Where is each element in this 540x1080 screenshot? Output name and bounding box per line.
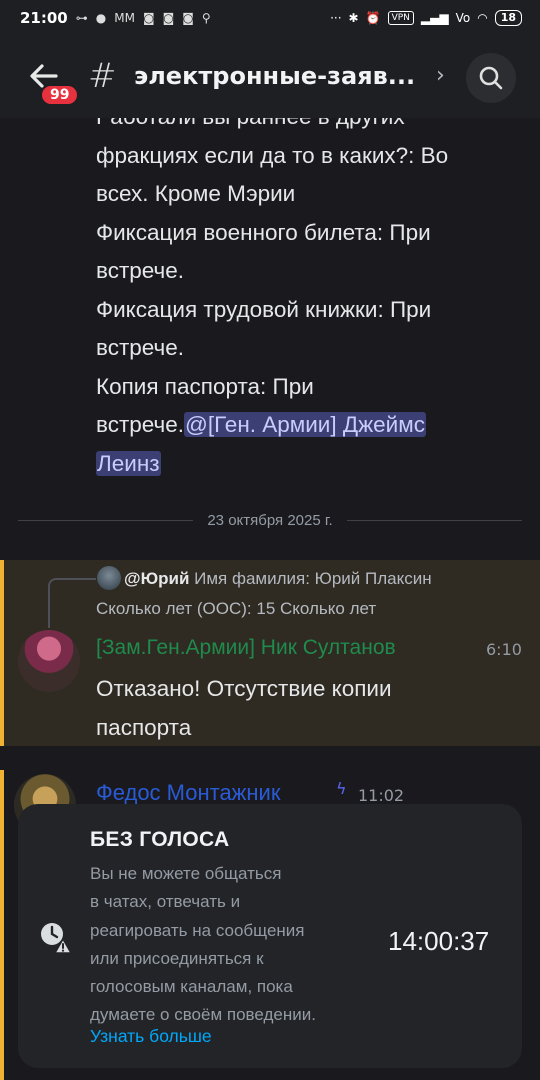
usb-icon: ⚲ <box>201 11 211 25</box>
message-line: паспорта <box>96 714 192 740</box>
reply-text-2: Сколько лет (ООС): 15 Сколько лет <box>96 599 377 618</box>
timeout-clock-icon <box>38 920 74 956</box>
timeout-description: Вы не можете общаться в чатах, отвечать … <box>90 860 370 1030</box>
message-author-2[interactable]: Федос Монтажник <box>96 780 280 806</box>
desc-line: реагировать на сообщения <box>90 920 305 940</box>
reply-text: Имя фамилия: Юрий Плаксин <box>194 569 432 588</box>
desc-line: Вы не можете общаться <box>90 864 282 883</box>
desc-line: голосовым каналам, пока <box>90 977 293 997</box>
date-label: 23 октября 2025 г. <box>207 512 333 529</box>
chat-bubble-icon: ● <box>95 11 107 25</box>
timeout-timer: 14:00:37 <box>388 926 490 956</box>
wifi-icon: ◠ <box>477 11 488 25</box>
message-text: встрече. <box>96 412 185 437</box>
timeout-title: БЕЗ ГОЛОСА <box>90 828 230 851</box>
reply-preview[interactable]: @Юрий Имя фамилия: Юрий Плаксин <box>124 564 524 594</box>
channel-name[interactable]: электронные-заяв... <box>134 62 415 90</box>
message-line: встрече. <box>96 335 185 360</box>
message-line: Отказано! Отсутствие копии <box>96 676 392 701</box>
boost-icon: ϟ <box>336 779 347 798</box>
discord-icon-3: ◙ <box>182 11 194 25</box>
message-line: Фиксация трудовой книжки: При <box>96 296 432 322</box>
message-line: Леинз <box>96 445 516 484</box>
message-body: Отказано! Отсутствие копии паспорта <box>96 670 516 747</box>
message-line: Копия паспорта: При <box>96 373 314 399</box>
signal-icon: ▂▄▆ <box>420 11 449 25</box>
message-line: Работали вы раннее в других <box>96 118 516 137</box>
highlighted-message[interactable]: @Юрий Имя фамилия: Юрий Плаксин Сколько … <box>0 560 540 746</box>
key-icon: ⊶ <box>75 11 88 25</box>
vpn-icon: VPN <box>387 11 414 25</box>
divider-line <box>18 520 194 521</box>
more-dots-icon: ··· <box>330 11 342 25</box>
unread-badge: 99 <box>40 84 80 106</box>
status-right: ··· ✱ ⏰ VPN ▂▄▆ Vo ◠ 18 <box>330 10 522 26</box>
desc-line: в чатах, отвечать и <box>90 892 241 912</box>
search-button[interactable] <box>466 53 516 103</box>
timeout-card: БЕЗ ГОЛОСА Вы не можете общаться в чатах… <box>18 804 522 1068</box>
desc-line: или присоединяться к <box>90 948 264 968</box>
user-mention[interactable]: @[Ген. Армии] Джеймс <box>184 412 426 437</box>
status-bar: 21:00 ⊶ ● MM ◙ ◙ ◙ ⚲ ··· ✱ ⏰ VPN ▂▄▆ Vo … <box>0 0 540 36</box>
hash-icon: # <box>88 56 117 96</box>
volte-icon: Vo <box>455 11 471 25</box>
message-line: всех. Кроме Мэрии <box>96 181 296 206</box>
discord-icon: ◙ <box>142 11 155 25</box>
user-mention-cont[interactable]: Леинз <box>96 450 161 476</box>
divider-line <box>346 520 523 521</box>
avatar[interactable] <box>18 630 80 692</box>
message-line: фракциях если да то в каких?: Во <box>96 142 449 168</box>
message-line: встрече. <box>96 258 185 283</box>
learn-more-link[interactable]: Узнать больше <box>90 1026 212 1047</box>
channel-header: 99 # электронные-заяв... › <box>0 36 540 118</box>
message-line: Фиксация военного билета: При <box>96 219 431 245</box>
message-line: встрече.@[Ген. Армии] Джеймс <box>96 406 516 445</box>
mm-icon: MM <box>114 11 135 25</box>
chevron-right-icon[interactable]: › <box>436 63 445 88</box>
date-divider: 23 октября 2025 г. <box>18 512 523 529</box>
message-author[interactable]: [Зам.Ген.Армии] Ник Султанов <box>96 636 396 660</box>
battery-icon: 18 <box>494 10 522 26</box>
message-time: 6:10 <box>486 640 522 659</box>
bluetooth-icon: ✱ <box>348 11 359 25</box>
discord-icon-2: ◙ <box>162 11 175 25</box>
alarm-icon: ⏰ <box>365 11 381 25</box>
reply-avatar <box>97 566 121 590</box>
reply-author: @Юрий <box>124 569 190 588</box>
previous-message: Работали вы раннее в других фракциях есл… <box>96 118 516 483</box>
status-time: 21:00 <box>20 9 68 27</box>
search-icon <box>479 66 503 90</box>
reply-connector <box>48 578 96 628</box>
message-time-2: 11:02 <box>358 786 405 805</box>
status-left: 21:00 ⊶ ● MM ◙ ◙ ◙ ⚲ <box>20 9 211 27</box>
